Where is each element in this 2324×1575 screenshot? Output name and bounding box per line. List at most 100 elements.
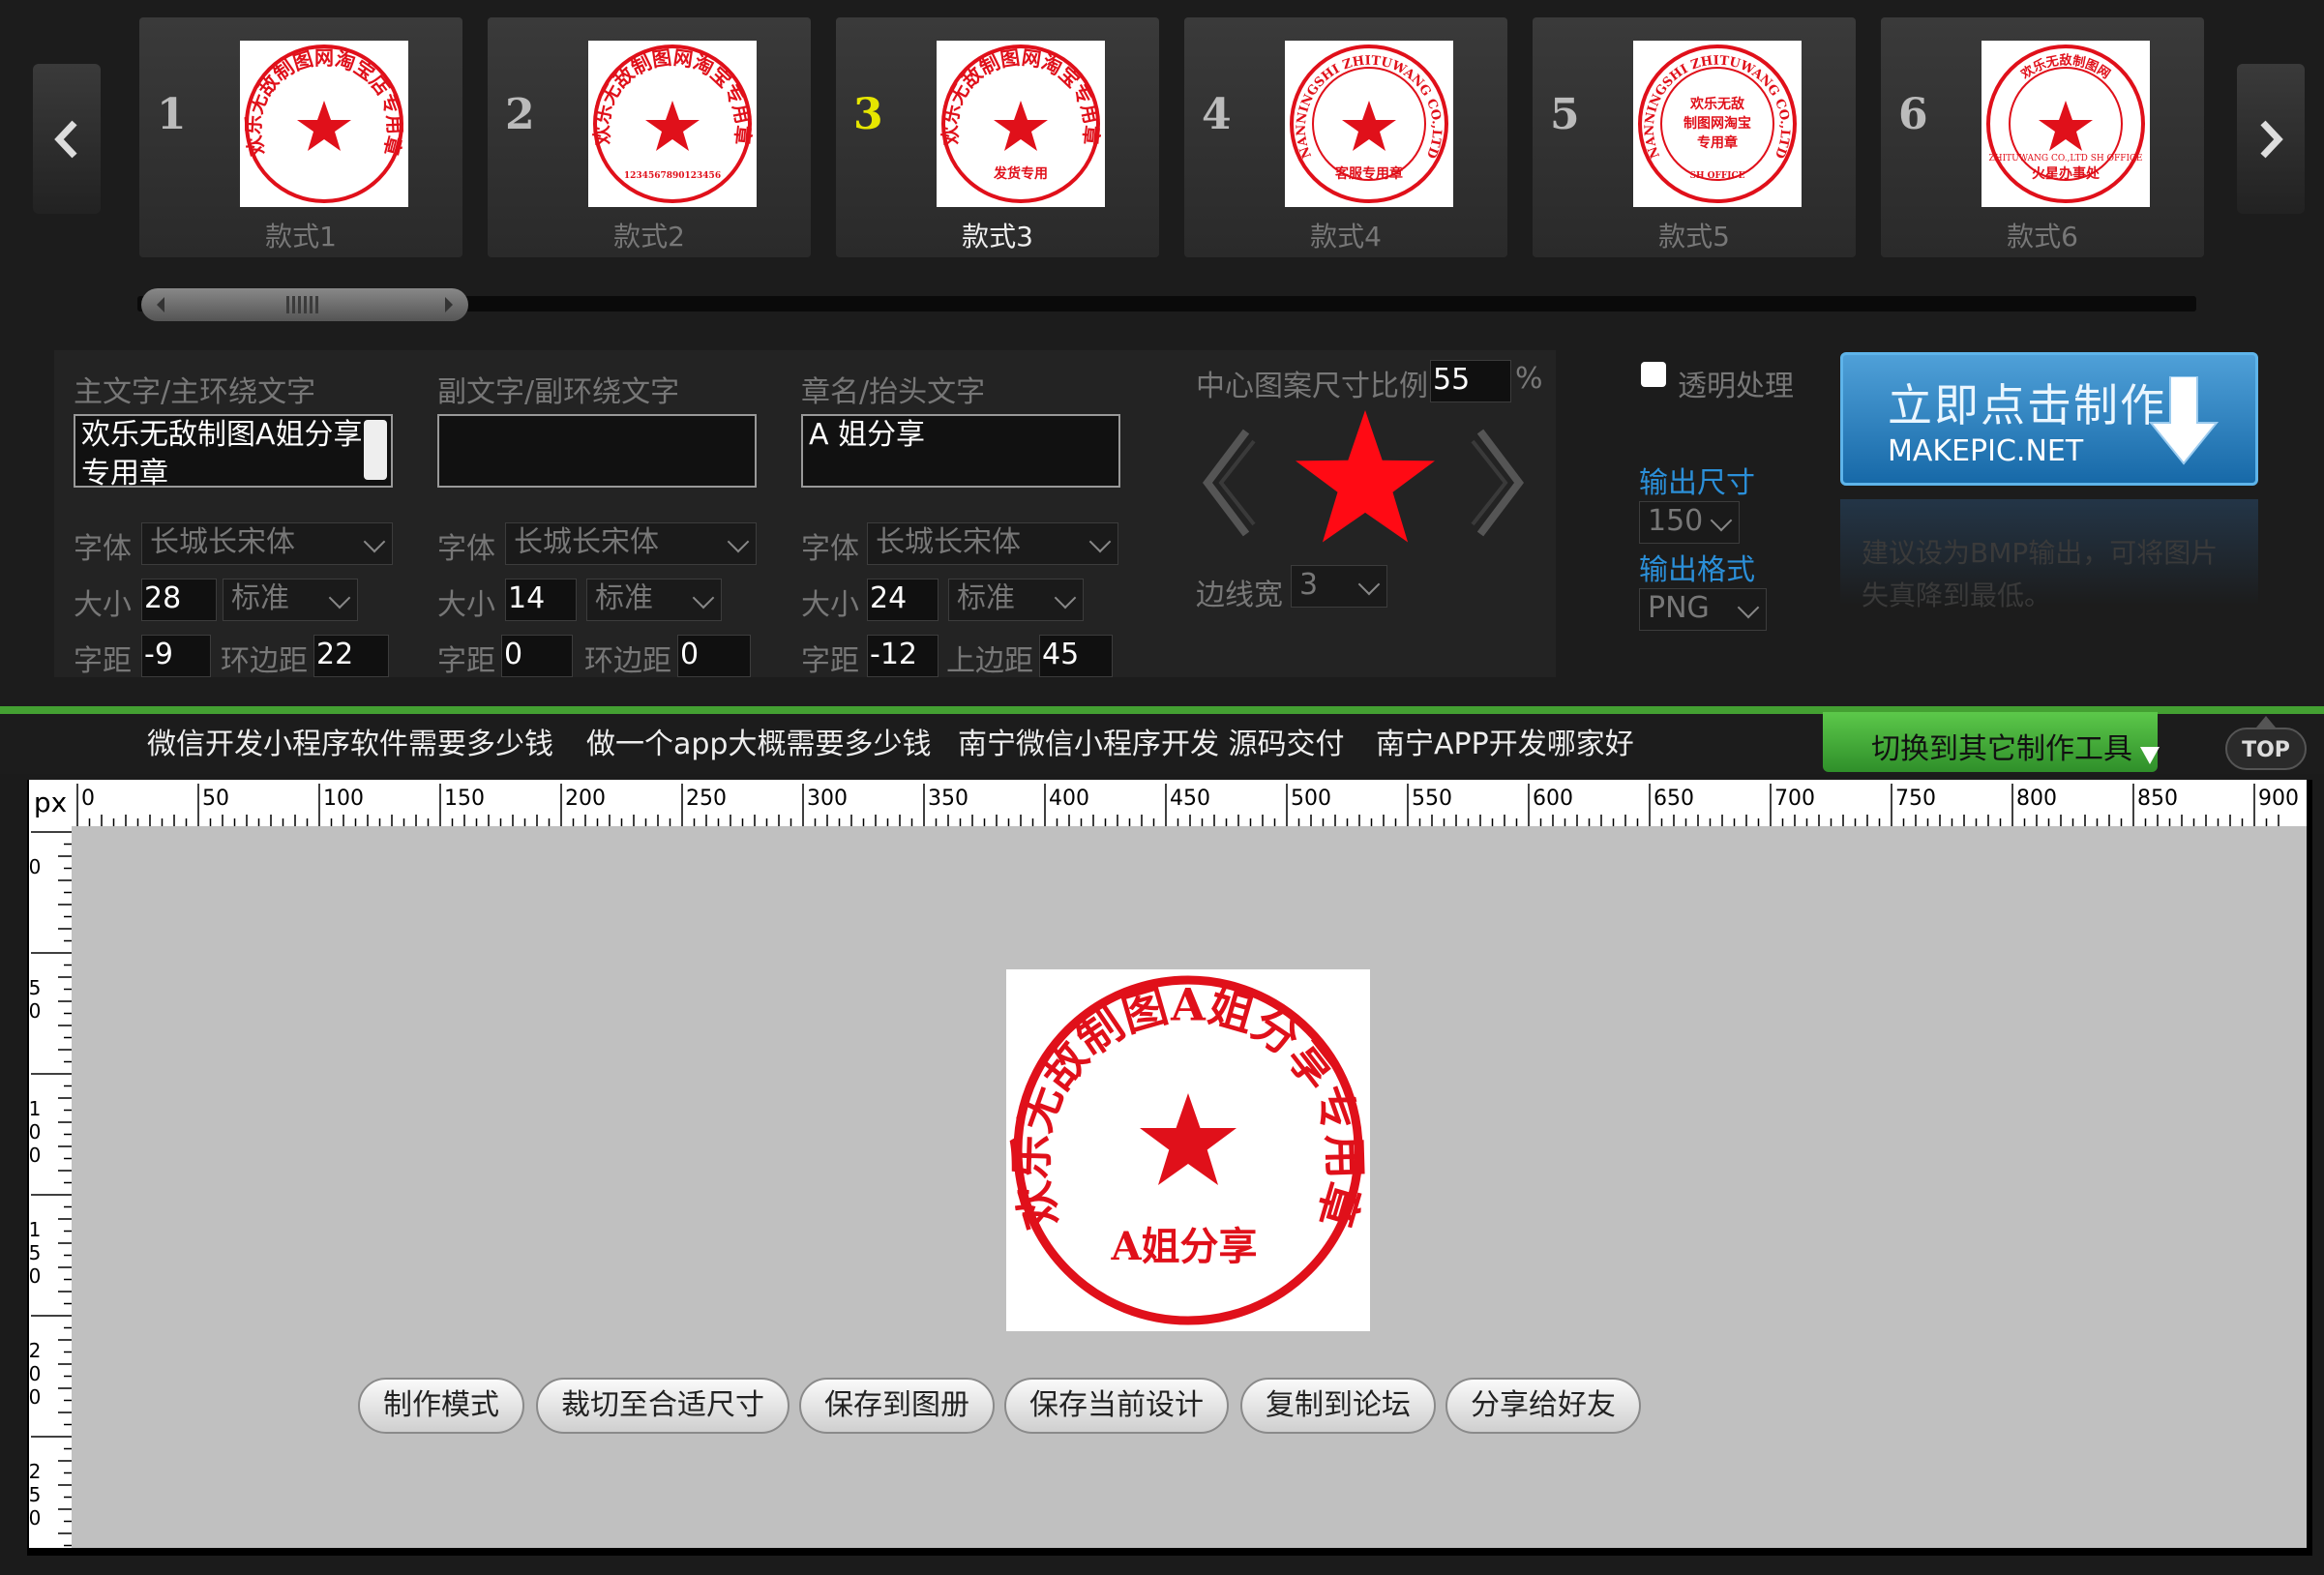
- main-margin-input[interactable]: 22: [313, 635, 389, 677]
- style-card-number: 5: [1550, 90, 1580, 139]
- name-spacing-input[interactable]: -12: [867, 635, 939, 677]
- stamp-star-icon: [1342, 101, 1396, 151]
- download-arrow-icon: [2149, 376, 2219, 465]
- stamp-thumbnail-graphic: 欢乐无敌制图网淘宝专用章1234567890123456: [589, 45, 756, 203]
- chevron-down-icon: [363, 530, 386, 553]
- center-prev-icon[interactable]: [1198, 428, 1256, 538]
- stamp-thumbnail-center-text: 专用章: [1697, 134, 1738, 151]
- ruler-label: 300: [807, 787, 848, 811]
- chevron-down-icon: [328, 586, 351, 609]
- ad-link-1[interactable]: 微信开发小程序软件需要多少钱: [147, 720, 553, 762]
- name-margin-input[interactable]: 45: [1039, 635, 1113, 677]
- style-card-thumbnail: NANNINGSHI ZHITUWANG CO.,LTD 欢乐无敌 制图网淘宝 专用章…: [1633, 41, 1802, 207]
- name-weight-select[interactable]: 标准: [948, 579, 1084, 621]
- stamp-thumbnail-center-text: 欢乐无敌: [1689, 96, 1744, 112]
- output-format-value: PNG: [1648, 591, 1710, 625]
- border-width-label: 边线宽: [1196, 579, 1283, 612]
- chevron-left-icon: [54, 120, 77, 158]
- transparent-checkbox[interactable]: [1641, 362, 1666, 387]
- main-font-select[interactable]: 长城长宋体: [141, 522, 393, 565]
- sub-text-title: 副文字/副环绕文字: [437, 375, 680, 409]
- chevron-down-icon: [1710, 509, 1733, 532]
- stamp-preview-name: A姐分享: [1110, 1224, 1257, 1269]
- sub-text-input[interactable]: [437, 414, 757, 488]
- center-scale-input[interactable]: 55: [1430, 360, 1511, 402]
- name-size-input[interactable]: 24: [867, 579, 939, 621]
- stamp-thumbnail-bottom-text: 火星办事处: [2032, 165, 2101, 182]
- border-width-select[interactable]: 3: [1291, 565, 1387, 608]
- stamp-star-icon: [297, 101, 351, 151]
- name-font-select[interactable]: 长城长宋体: [867, 522, 1118, 565]
- sub-spacing-input[interactable]: 0: [501, 635, 573, 677]
- style-card-1[interactable]: 1 欢乐无敌制图网淘宝店专用章 款式1: [139, 17, 462, 257]
- main-weight-select[interactable]: 标准: [223, 579, 358, 621]
- scroll-right-arrow-icon: [445, 297, 453, 312]
- stamp-thumbnail-bottom-text: 1234567890123456: [624, 171, 721, 181]
- crop-to-size-button[interactable]: 裁切至合适尺寸: [536, 1378, 790, 1434]
- stamp-thumbnail-graphic: NANNINGSHI ZHITUWANG CO.,LTD客服专用章: [1290, 45, 1448, 203]
- make-stamp-button[interactable]: 立即点击制作 MAKEPIC.NET: [1840, 352, 2258, 486]
- make-button-label: 立即点击制作: [1888, 379, 2166, 431]
- share-to-friend-button[interactable]: 分享给好友: [1445, 1378, 1641, 1434]
- style-card-3[interactable]: 3 欢乐无敌制图网淘宝专用章 发货专用 款式3: [836, 17, 1159, 257]
- ruler-label: 50: [29, 976, 46, 1023]
- ruler-label: 850: [2137, 787, 2178, 811]
- sub-spacing-label: 字距: [437, 644, 495, 678]
- main-text-title: 主文字/主环绕文字: [74, 375, 316, 409]
- name-text-title: 章名/抬头文字: [801, 375, 986, 409]
- ruler-label: 650: [1654, 787, 1694, 811]
- horizontal-ruler-ticks: 0 50 100 150 200 250 300 350 400 450 500 550 600 650 7…: [76, 784, 2299, 826]
- style-card-number: 6: [1898, 90, 1928, 139]
- carousel-next-button[interactable]: [2237, 64, 2305, 214]
- sub-size-input[interactable]: 14: [505, 579, 577, 621]
- center-scale-label: 中心图案尺寸比例: [1196, 370, 1428, 403]
- main-spacing-label: 字距: [74, 644, 132, 678]
- center-next-icon[interactable]: [1471, 428, 1529, 538]
- sub-weight-select[interactable]: 标准: [586, 579, 722, 621]
- ad-link-3[interactable]: 南宁微信小程序开发 源码交付: [958, 720, 1345, 762]
- name-text-input[interactable]: A 姐分享: [801, 414, 1120, 488]
- save-design-button[interactable]: 保存当前设计: [1004, 1378, 1229, 1434]
- output-format-label: 输出格式: [1639, 553, 1755, 587]
- switch-tools-button[interactable]: 切换到其它制作工具: [1823, 712, 2158, 772]
- make-mode-button[interactable]: 制作模式: [358, 1378, 524, 1434]
- vertical-ruler-ticks: 0 50 100 150 200 250: [23, 831, 72, 1547]
- main-size-input[interactable]: 28: [141, 579, 217, 621]
- ad-link-2[interactable]: 做一个app大概需要多少钱: [586, 720, 931, 762]
- ruler-label: 450: [1170, 787, 1210, 811]
- style-card-5[interactable]: 5 NANNINGSHI ZHITUWANG CO.,LTD 欢乐无敌 制图网淘宝 专用…: [1533, 17, 1856, 257]
- sub-font-select[interactable]: 长城长宋体: [505, 522, 757, 565]
- carousel-prev-button[interactable]: [33, 64, 101, 214]
- caret-up-icon: [2256, 716, 2276, 728]
- output-format-select[interactable]: PNG: [1639, 588, 1767, 631]
- style-card-2[interactable]: 2 欢乐无敌制图网淘宝专用章 1234567890123456 款式2: [488, 17, 811, 257]
- sub-margin-input[interactable]: 0: [677, 635, 751, 677]
- sub-font-label: 字体: [437, 532, 495, 566]
- copy-to-forum-button[interactable]: 复制到论坛: [1240, 1378, 1436, 1434]
- sub-size-label: 大小: [437, 588, 495, 622]
- name-margin-label: 上边距: [946, 644, 1033, 678]
- stamp-thumbnail-graphic: NANNINGSHI ZHITUWANG CO.,LTD欢乐无敌制图网淘宝专用章…: [1638, 45, 1797, 203]
- chevron-down-icon: [1737, 596, 1760, 619]
- ruler-label: 900: [2258, 787, 2299, 811]
- chevron-right-icon: [2260, 120, 2283, 158]
- style-card-4[interactable]: 4 NANNINGSHI ZHITUWANG CO.,LTD 客服专用章 款式4: [1184, 17, 1507, 257]
- style-card-6[interactable]: 6 欢乐无敌制图网 ZHITUWANG CO.,LTD SH OFFICE 火星办事处…: [1881, 17, 2204, 257]
- center-scale-unit: %: [1515, 362, 1543, 396]
- output-size-select[interactable]: 150: [1639, 501, 1740, 544]
- dropdown-triangle-icon: [2140, 747, 2160, 764]
- main-text-input[interactable]: 欢乐无敌制图A姐分享专用章: [74, 414, 393, 488]
- save-to-album-button[interactable]: 保存到图册: [799, 1378, 995, 1434]
- style-card-thumbnail: 欢乐无敌制图网淘宝专用章 发货专用: [937, 41, 1105, 207]
- chevron-down-icon: [1357, 573, 1381, 596]
- name-font-label: 字体: [801, 532, 859, 566]
- style-card-number: 2: [505, 90, 535, 139]
- main-spacing-input[interactable]: -9: [141, 635, 211, 677]
- ad-link-4[interactable]: 南宁APP开发哪家好: [1376, 720, 1634, 762]
- main-text-scrollbar[interactable]: [364, 420, 387, 480]
- carousel-scrollbar-thumb[interactable]: [141, 288, 468, 321]
- ruler-label: 500: [1291, 787, 1331, 811]
- back-to-top-button[interactable]: TOP: [2225, 728, 2307, 770]
- stamp-star-icon: [994, 101, 1048, 151]
- ruler-label: 700: [1774, 787, 1815, 811]
